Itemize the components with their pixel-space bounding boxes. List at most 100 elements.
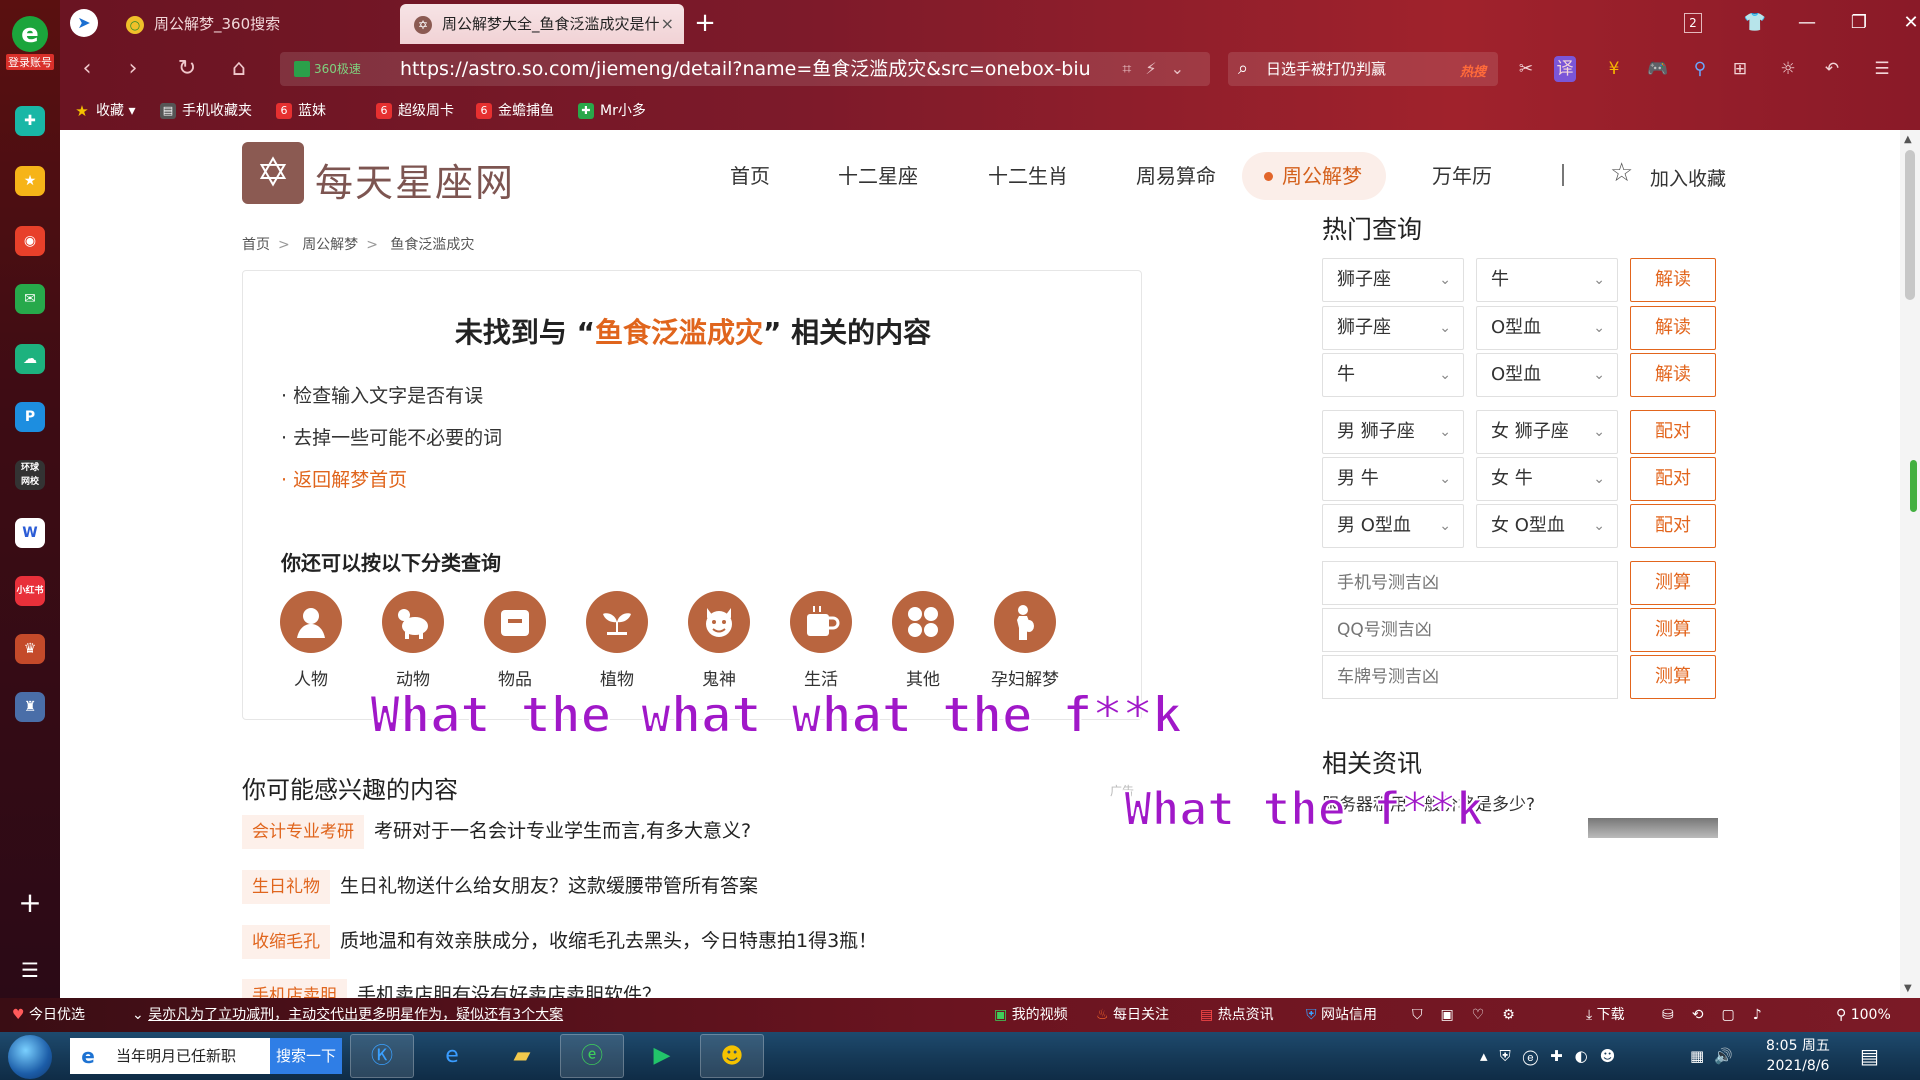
select-a-1[interactable]: 狮子座 ⌄ bbox=[1322, 258, 1464, 302]
brightness-icon[interactable]: ☼ bbox=[1774, 56, 1802, 82]
search-suggestion[interactable]: 日选手被打仍判赢 bbox=[1266, 52, 1386, 86]
taskbar-search-text[interactable]: 当年明月已任新职 bbox=[116, 1038, 236, 1074]
interest-item[interactable]: 生日礼物 生日礼物送什么给女朋友？这款缓腰带管所有答案 bbox=[242, 869, 758, 904]
interest-item[interactable]: 会计专业考研 考研对于一名会计专业学生而言,有多大意义? bbox=[242, 814, 751, 849]
game-app-icon[interactable]: ☻ bbox=[700, 1034, 764, 1078]
url-text[interactable]: https://astro.so.com/jiemeng/detail?name… bbox=[400, 52, 1090, 86]
select-b-1[interactable]: 牛 ⌄ bbox=[1476, 258, 1618, 302]
network-volume-icon[interactable]: ▦🔊 bbox=[1690, 1032, 1743, 1080]
bookmark-super-card[interactable]: 6 超级周卡 bbox=[376, 94, 454, 128]
menu-icon[interactable]: ☰ bbox=[1868, 56, 1896, 82]
select-male-2[interactable]: 男 牛 ⌄ bbox=[1322, 457, 1464, 501]
calculate-button[interactable]: 测算 bbox=[1630, 655, 1716, 699]
address-tools-icon[interactable]: ⌗⚡⌄ bbox=[1122, 52, 1198, 86]
p-app-icon[interactable]: P bbox=[15, 402, 45, 432]
internet-explorer-icon[interactable]: e bbox=[420, 1034, 484, 1078]
bookmark-mr-xiaoduo[interactable]: ✚ Mr小多 bbox=[578, 94, 646, 128]
login-account-label[interactable]: 登录账号 bbox=[6, 54, 54, 70]
magnifier-icon[interactable]: ⚲ bbox=[1686, 56, 1714, 82]
plate-number-input[interactable] bbox=[1322, 655, 1618, 699]
favorite-star-icon[interactable]: ☆ bbox=[1610, 158, 1633, 188]
my-videos[interactable]: ▣ 我的视频 bbox=[994, 998, 1068, 1032]
global-school-icon[interactable]: 环球 网校 bbox=[15, 460, 45, 490]
video-player-icon[interactable]: ▶ bbox=[630, 1034, 694, 1078]
add-favorite-link[interactable]: 加入收藏 bbox=[1650, 164, 1726, 191]
category-life[interactable]: 生活 bbox=[781, 591, 861, 690]
forward-icon[interactable]: › bbox=[118, 54, 148, 84]
undo-icon[interactable]: ↶ bbox=[1818, 56, 1846, 82]
download[interactable]: ⤓ 下载 bbox=[1586, 998, 1625, 1032]
interpret-button[interactable]: 解读 bbox=[1630, 353, 1716, 397]
interest-item[interactable]: 收缩毛孔 质地温和有效亲肤成分，收缩毛孔去黑头，今日特惠拍1得3瓶！ bbox=[242, 924, 877, 959]
select-female-1[interactable]: 女 狮子座 ⌄ bbox=[1476, 410, 1618, 454]
clock[interactable]: 8:05 周五 2021/8/6 bbox=[1758, 1036, 1838, 1076]
sidebar-menu-icon[interactable]: ☰ bbox=[15, 955, 45, 985]
breadcrumb-dream[interactable]: 周公解梦 bbox=[302, 237, 358, 253]
nav-home[interactable]: 首页 bbox=[730, 152, 770, 200]
news-ticker[interactable]: ⌄ 吴亦凡为了立功减刑，主动交代出更多明星作为，疑似还有3个大案 bbox=[132, 998, 563, 1032]
system-tray-icons[interactable]: ▴⛨ⓔ✚◐☻ bbox=[1480, 1032, 1627, 1080]
category-animal[interactable]: 动物 bbox=[373, 591, 453, 690]
interest-item[interactable]: 手机店卖胆 手机卖店胆有没有好卖店卖胆软件？ bbox=[242, 978, 661, 998]
interpret-button[interactable]: 解读 bbox=[1630, 306, 1716, 350]
secure-badge[interactable]: 360极速 bbox=[290, 58, 367, 80]
cloud-icon[interactable]: ☁ bbox=[15, 344, 45, 374]
status-tools-2-icon[interactable]: ⛁⟲▢♪ bbox=[1662, 998, 1780, 1032]
back-to-dream-home-link[interactable]: · 返回解梦首页 bbox=[281, 465, 407, 492]
taskbar-search[interactable]: e 当年明月已任新职 搜索一下 bbox=[70, 1038, 342, 1074]
match-button[interactable]: 配对 bbox=[1630, 410, 1716, 454]
scissors-icon[interactable]: ✂ bbox=[1512, 56, 1540, 82]
word-doc-icon[interactable]: W bbox=[15, 518, 45, 548]
browser-logo[interactable]: e 登录账号 bbox=[6, 16, 54, 72]
news-thumbnail[interactable] bbox=[1588, 818, 1718, 838]
site-credit[interactable]: ⛨ 网站信用 bbox=[1306, 998, 1377, 1032]
side-handle[interactable] bbox=[1910, 460, 1917, 512]
breadcrumb-home[interactable]: 首页 bbox=[242, 237, 270, 253]
favorites-star-icon[interactable]: ★ bbox=[15, 166, 45, 196]
close-window-icon[interactable]: ✕ bbox=[1896, 10, 1920, 36]
select-female-3[interactable]: 女 O型血 ⌄ bbox=[1476, 504, 1618, 548]
action-center-icon[interactable]: ▤ bbox=[1860, 1032, 1879, 1080]
hot-news[interactable]: ▤ 热点资讯 bbox=[1200, 998, 1274, 1032]
category-pregnant[interactable]: 孕妇解梦 bbox=[985, 591, 1065, 690]
file-explorer-icon[interactable]: ▰ bbox=[490, 1034, 554, 1078]
address-bar[interactable]: 360极速 https://astro.so.com/jiemeng/detai… bbox=[280, 52, 1210, 86]
tab-zhougong-dream[interactable]: ✡ 周公解梦大全_鱼食泛滥成灾是什 × bbox=[400, 4, 684, 44]
zoom-level[interactable]: ⚲ 100% bbox=[1836, 998, 1891, 1032]
qq-number-input[interactable] bbox=[1322, 608, 1618, 652]
calculate-button[interactable]: 测算 bbox=[1630, 561, 1716, 605]
taskbar-search-button[interactable]: 搜索一下 bbox=[270, 1038, 342, 1074]
site-logo-icon[interactable]: ✡ bbox=[242, 142, 304, 204]
page-scrollbar[interactable]: ▲ ▼ bbox=[1900, 130, 1920, 998]
app-grid-icon[interactable]: ✚ bbox=[15, 106, 45, 136]
browser-search-box[interactable]: ⌕ 日选手被打仍判赢 热搜 bbox=[1228, 52, 1498, 86]
start-button[interactable] bbox=[8, 1035, 52, 1079]
bookmark-mobile[interactable]: ▤ 手机收藏夹 bbox=[160, 94, 252, 128]
tab-count-badge[interactable]: 2 bbox=[1684, 13, 1702, 33]
select-a-2[interactable]: 狮子座 ⌄ bbox=[1322, 306, 1464, 350]
game-icon[interactable]: ♛ bbox=[15, 634, 45, 664]
restore-icon[interactable]: ❐ bbox=[1844, 10, 1874, 36]
nav-zodiac[interactable]: 十二星座 bbox=[838, 152, 918, 200]
mail-icon[interactable]: ✉ bbox=[15, 284, 45, 314]
gamepad-icon[interactable]: 🎮 bbox=[1644, 56, 1672, 82]
nav-dream-interpretation[interactable]: 周公解梦 bbox=[1242, 152, 1386, 200]
new-tab-button[interactable]: + bbox=[690, 8, 720, 38]
select-male-3[interactable]: 男 O型血 ⌄ bbox=[1322, 504, 1464, 548]
select-b-2[interactable]: O型血 ⌄ bbox=[1476, 306, 1618, 350]
add-app-icon[interactable]: + bbox=[15, 888, 45, 918]
scroll-thumb[interactable] bbox=[1905, 150, 1915, 300]
skin-shirt-icon[interactable]: 👕 bbox=[1740, 10, 1770, 36]
bookmark-lanmei[interactable]: 6 蓝妹 bbox=[276, 94, 326, 128]
phone-number-input[interactable] bbox=[1322, 561, 1618, 605]
xiaohongshu-icon[interactable]: 小红书 bbox=[15, 576, 45, 606]
nav-zhouyi[interactable]: 周易算命 bbox=[1136, 152, 1216, 200]
360-browser-icon[interactable]: ⓔ bbox=[560, 1034, 624, 1078]
match-button[interactable]: 配对 bbox=[1630, 457, 1716, 501]
category-item[interactable]: 物品 bbox=[475, 591, 555, 690]
match-button[interactable]: 配对 bbox=[1630, 504, 1716, 548]
bookmark-favorites[interactable]: ★ 收藏 ▾ bbox=[74, 94, 135, 128]
scroll-down-icon[interactable]: ▼ bbox=[1904, 983, 1912, 994]
apps-grid-icon[interactable]: ⊞ bbox=[1726, 56, 1754, 82]
nav-chinese-zodiac[interactable]: 十二生肖 bbox=[988, 152, 1068, 200]
